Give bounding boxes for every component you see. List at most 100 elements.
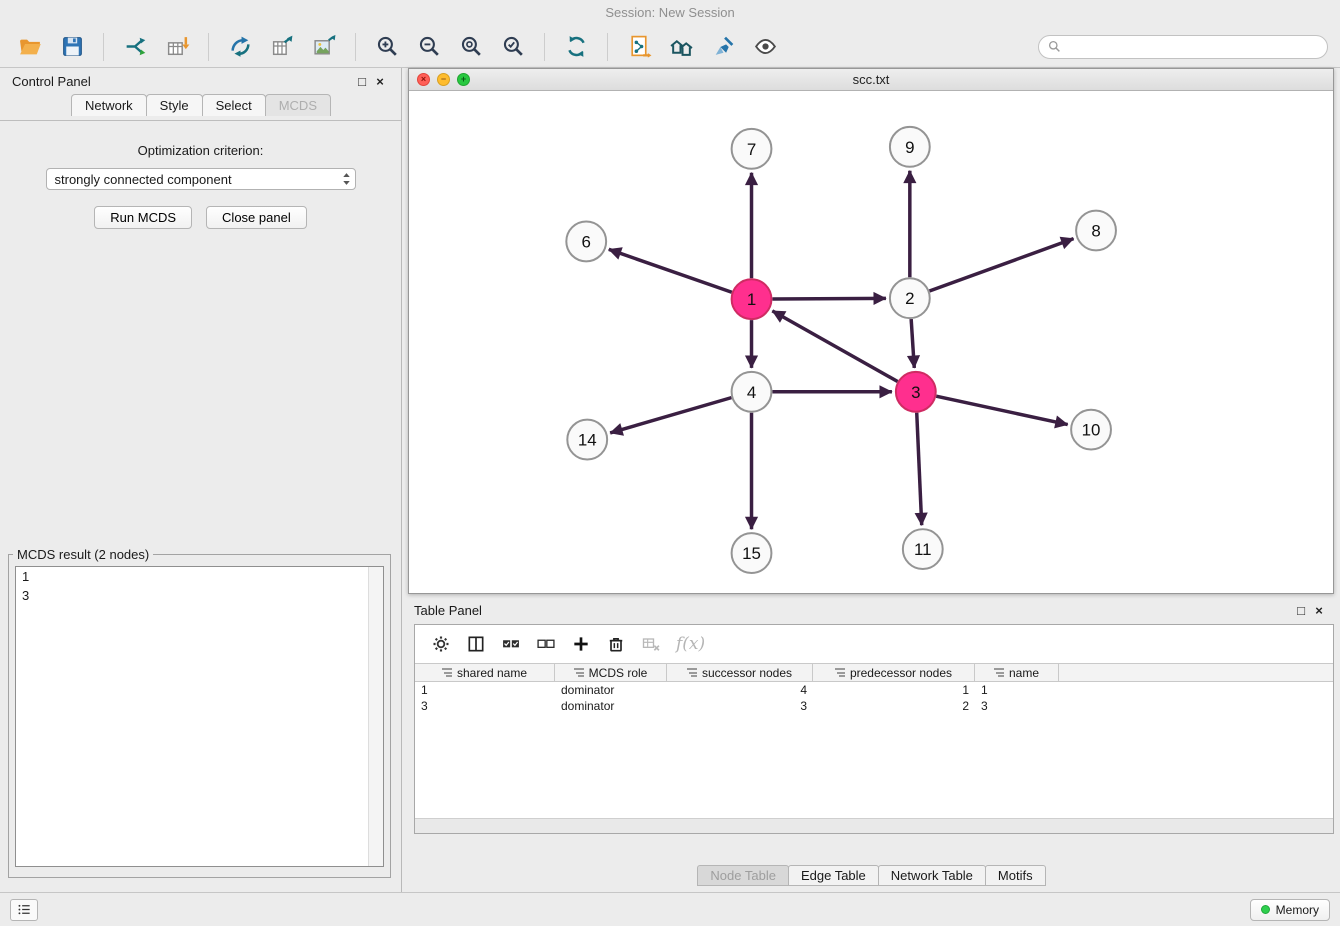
eye-icon <box>753 34 778 59</box>
table-cell[interactable]: 3 <box>975 698 1059 714</box>
close-panel-button[interactable]: × <box>371 74 389 89</box>
result-item[interactable]: 1 <box>16 567 383 586</box>
graph-edge-4-14[interactable] <box>610 398 731 433</box>
tab-network[interactable]: Network <box>71 94 147 116</box>
table-row[interactable]: 1dominator411 <box>415 682 1333 698</box>
table-row[interactable]: 3dominator323 <box>415 698 1333 714</box>
refresh-button[interactable] <box>558 31 594 63</box>
graph-edge-2-3[interactable] <box>911 319 914 368</box>
column-header-shared-name[interactable]: shared name <box>415 664 555 681</box>
graph-edge-3-10[interactable] <box>936 396 1067 424</box>
column-header-label: predecessor nodes <box>850 666 952 680</box>
export-image-button[interactable] <box>306 31 342 63</box>
minimize-window-icon[interactable]: − <box>437 73 450 86</box>
deselect-all-icon[interactable] <box>536 634 556 654</box>
export-table-button[interactable] <box>264 31 300 63</box>
criterion-select[interactable]: strongly connected component <box>46 168 356 190</box>
tab-style[interactable]: Style <box>146 94 203 116</box>
export-table-icon <box>270 34 295 59</box>
graph-node-10[interactable]: 10 <box>1071 410 1111 450</box>
column-header-predecessor-nodes[interactable]: predecessor nodes <box>813 664 975 681</box>
save-session-button[interactable] <box>54 31 90 63</box>
zoom-selected-button[interactable] <box>495 31 531 63</box>
svg-text:2: 2 <box>905 289 914 308</box>
memory-button[interactable]: Memory <box>1250 899 1330 921</box>
result-item[interactable]: 3 <box>16 586 383 605</box>
table-cell[interactable]: dominator <box>555 682 667 698</box>
tab-edge-table[interactable]: Edge Table <box>788 865 879 886</box>
graph-node-15[interactable]: 15 <box>732 533 772 573</box>
style-brush-button[interactable] <box>705 31 741 63</box>
graph-edge-3-11[interactable] <box>917 413 922 526</box>
maximize-window-icon[interactable]: + <box>457 73 470 86</box>
graph-node-1[interactable]: 1 <box>732 279 772 319</box>
table-body: 1dominator4113dominator323 <box>415 682 1333 714</box>
refresh-icon <box>564 34 589 59</box>
table-cell[interactable]: 3 <box>667 698 813 714</box>
column-header-name[interactable]: name <box>975 664 1059 681</box>
graph-node-3[interactable]: 3 <box>896 372 936 412</box>
zoom-in-button[interactable] <box>369 31 405 63</box>
tab-node-table[interactable]: Node Table <box>697 865 789 886</box>
tab-mcds[interactable]: MCDS <box>265 94 331 116</box>
float-panel-button[interactable]: □ <box>353 74 371 89</box>
result-scrollbar[interactable] <box>368 567 383 866</box>
graph-edge-1-6[interactable] <box>609 249 732 292</box>
table-cell[interactable]: 4 <box>667 682 813 698</box>
table-cell[interactable]: 1 <box>415 682 555 698</box>
table-settings-gear-icon[interactable] <box>431 634 451 654</box>
column-header-MCDS-role[interactable]: MCDS role <box>555 664 667 681</box>
float-table-panel-button[interactable]: □ <box>1292 603 1310 618</box>
network-canvas[interactable]: 7 9 6 8 1 2 4 3 14 10 15 11 <box>409 91 1333 593</box>
graph-node-8[interactable]: 8 <box>1076 211 1116 251</box>
select-all-icon[interactable] <box>501 634 521 654</box>
mcds-result-list[interactable]: 1 3 <box>15 566 384 867</box>
table-panel-header: Table Panel □ × <box>408 598 1334 622</box>
table-cell[interactable]: 1 <box>975 682 1059 698</box>
add-column-plus-icon[interactable] <box>571 634 591 654</box>
import-table-button[interactable] <box>159 31 195 63</box>
graph-node-7[interactable]: 7 <box>732 129 772 169</box>
open-session-button[interactable] <box>12 31 48 63</box>
delete-column-trash-icon[interactable] <box>606 634 626 654</box>
table-cell[interactable]: 3 <box>415 698 555 714</box>
close-panel-button-inner[interactable]: Close panel <box>206 206 307 229</box>
home-button[interactable] <box>663 31 699 63</box>
export-network-button[interactable] <box>222 31 258 63</box>
table-cell[interactable]: 1 <box>813 682 975 698</box>
table-scrollbar-strip[interactable] <box>415 818 1333 833</box>
search-field[interactable] <box>1038 35 1328 59</box>
graph-node-11[interactable]: 11 <box>903 529 943 569</box>
zoom-out-button[interactable] <box>411 31 447 63</box>
task-history-button[interactable] <box>10 899 38 921</box>
home-icon <box>669 34 694 59</box>
column-sort-icon <box>442 668 452 677</box>
close-window-icon[interactable]: × <box>417 73 430 86</box>
graph-node-2[interactable]: 2 <box>890 278 930 318</box>
close-table-panel-button[interactable]: × <box>1310 603 1328 618</box>
run-mcds-button[interactable]: Run MCDS <box>94 206 192 229</box>
graph-edge-3-1[interactable] <box>772 311 897 382</box>
graph-node-4[interactable]: 4 <box>732 372 772 412</box>
graph-node-14[interactable]: 14 <box>567 420 607 460</box>
list-icon <box>17 902 32 917</box>
column-header-successor-nodes[interactable]: successor nodes <box>667 664 813 681</box>
search-input[interactable] <box>1067 40 1318 54</box>
graph-edge-1-2[interactable] <box>772 298 886 299</box>
network-document-button[interactable] <box>621 31 657 63</box>
graph-edge-2-8[interactable] <box>929 239 1073 291</box>
graph-node-9[interactable]: 9 <box>890 127 930 167</box>
tab-network-table[interactable]: Network Table <box>878 865 986 886</box>
svg-text:7: 7 <box>747 140 756 159</box>
tab-motifs[interactable]: Motifs <box>985 865 1046 886</box>
table-cell[interactable]: 2 <box>813 698 975 714</box>
graph-node-6[interactable]: 6 <box>566 222 606 262</box>
show-columns-icon[interactable] <box>466 634 486 654</box>
network-window-titlebar[interactable]: × − + scc.txt <box>409 69 1333 91</box>
show-hide-button[interactable] <box>747 31 783 63</box>
table-cell[interactable]: dominator <box>555 698 667 714</box>
tab-select[interactable]: Select <box>202 94 266 116</box>
network-graph[interactable]: 7 9 6 8 1 2 4 3 14 10 15 11 <box>409 91 1333 593</box>
import-network-button[interactable] <box>117 31 153 63</box>
zoom-fit-button[interactable] <box>453 31 489 63</box>
